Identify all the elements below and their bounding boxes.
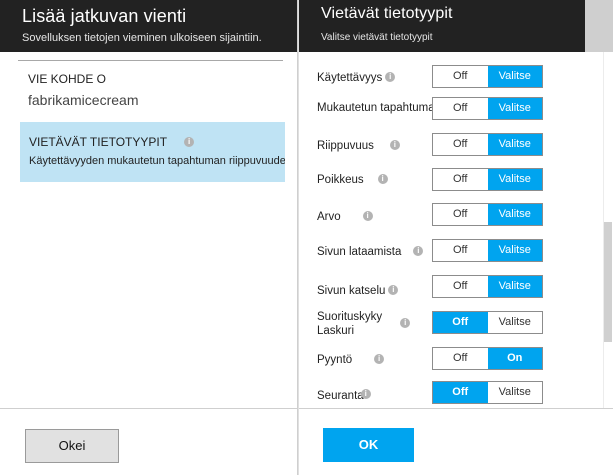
data-type-row: Arvo i Off Valitse xyxy=(299,200,599,230)
data-type-row: Sivun lataamista i Off Valitse xyxy=(299,236,599,266)
toggle-on-option[interactable]: Valitse xyxy=(487,66,542,87)
data-type-label-row: Riippuvuus i xyxy=(317,140,400,153)
toggle-on-option[interactable]: Valitse xyxy=(487,134,542,155)
toggle-off-option[interactable]: Off xyxy=(433,169,488,190)
divider xyxy=(18,60,283,61)
info-icon: i xyxy=(400,318,411,328)
data-type-label: Sivun katselu xyxy=(317,285,386,297)
export-destination-label: VIE KOHDE O xyxy=(28,72,107,86)
toggle-on-option[interactable]: Valitse xyxy=(487,98,542,119)
data-type-label-line2: Laskuri xyxy=(317,325,355,337)
data-type-row: Riippuvuus i Off Valitse xyxy=(299,130,599,160)
info-icon: i xyxy=(360,389,371,399)
blade-title: Lisää jatkuvan vienti xyxy=(22,6,187,26)
data-type-label: Arvo xyxy=(317,211,341,223)
toggle-off-option[interactable]: Off xyxy=(433,66,488,87)
data-types-item[interactable]: VIETÄVÄT TIETOTYYPIT i Käytettävyyden mu… xyxy=(20,122,285,182)
data-type-label: Suorituskyky xyxy=(317,311,383,323)
scrollbar[interactable] xyxy=(603,52,613,408)
toggle-on-option[interactable]: Valitse xyxy=(487,276,542,297)
info-icon: i xyxy=(362,211,373,221)
export-destination-value: fabrikamicecream xyxy=(28,92,139,108)
data-type-row: Seurantai Off Valitse xyxy=(299,378,599,408)
data-types-label: VIETÄVÄT TIETOTYYPIT xyxy=(29,135,167,149)
data-type-label-row: Sivun katselu i xyxy=(317,285,399,298)
data-type-label: Käytettävyys xyxy=(317,72,383,84)
toggle-on-option[interactable]: Valitse xyxy=(488,382,543,403)
blade-subtitle: Valitse vietävät tietotyypit xyxy=(321,32,433,43)
data-types-value: Käytettävyyden mukautetun tapahtuman rii… xyxy=(29,155,285,167)
data-type-label: Riippuvuus xyxy=(317,140,374,152)
data-type-row: Sivun katselu i Off Valitse xyxy=(299,272,599,302)
blade-header: Lisää jatkuvan vienti Sovelluksen tietoj… xyxy=(0,0,297,52)
ok-button[interactable]: OK xyxy=(323,428,414,462)
data-types-label-row: VIETÄVÄT TIETOTYYPIT i xyxy=(29,135,195,149)
blade-footer: Okei xyxy=(0,408,297,475)
data-type-row: Pyyntö i Off On xyxy=(299,344,599,374)
data-type-toggle[interactable]: Off Valitse xyxy=(432,168,543,191)
okei-button[interactable]: Okei xyxy=(25,429,119,463)
data-type-label-row: Arvo i xyxy=(317,211,373,224)
info-icon: i xyxy=(385,72,396,82)
toggle-on-option[interactable]: Valitse xyxy=(487,204,542,225)
data-type-toggle[interactable]: Off Valitse xyxy=(432,239,543,262)
data-type-toggle[interactable]: Off Valitse xyxy=(432,133,543,156)
blade-header: Vietävät tietotyypit Valitse vietävät ti… xyxy=(299,0,585,52)
data-type-label-row: Sivun lataamista i xyxy=(317,246,424,259)
data-type-label-row: Pyyntö i xyxy=(317,354,385,367)
export-settings-blade: Lisää jatkuvan vienti Sovelluksen tietoj… xyxy=(0,0,298,475)
data-type-toggle[interactable]: Off Valitse xyxy=(432,203,543,226)
header-strip xyxy=(585,0,613,52)
info-icon: i xyxy=(413,246,424,256)
toggle-off-option[interactable]: Off xyxy=(433,98,488,119)
toggle-off-option[interactable]: Off xyxy=(433,276,488,297)
data-type-label: Poikkeus xyxy=(317,174,364,186)
scrollbar-thumb[interactable] xyxy=(604,222,612,342)
data-type-toggle[interactable]: Off On xyxy=(432,347,543,370)
data-type-row: Poikkeus i Off Valitse xyxy=(299,165,599,195)
data-type-toggle[interactable]: Off Valitse xyxy=(432,65,543,88)
toggle-off-option[interactable]: Off xyxy=(433,382,488,403)
toggle-on-option[interactable]: Valitse xyxy=(487,240,542,261)
info-icon: i xyxy=(377,174,388,184)
toggle-on-option[interactable]: Valitse xyxy=(488,312,543,333)
data-type-row: Suorituskyky i Laskuri Off Valitse xyxy=(299,308,599,344)
blade-subtitle: Sovelluksen tietojen vieminen ulkoiseen … xyxy=(22,32,262,44)
toggle-off-option[interactable]: Off xyxy=(433,240,488,261)
data-type-label-row: Käytettävyys i xyxy=(317,72,396,85)
data-type-toggle[interactable]: Off Valitse xyxy=(432,311,543,334)
blade-footer: OK xyxy=(299,408,613,475)
info-icon: i xyxy=(389,140,400,150)
toggle-off-option[interactable]: Off xyxy=(433,348,488,369)
data-type-label: Mukautetun tapahtuman xyxy=(317,102,442,114)
data-type-toggle[interactable]: Off Valitse xyxy=(432,381,543,404)
toggle-off-option[interactable]: Off xyxy=(433,134,488,155)
toggle-on-option[interactable]: On xyxy=(487,348,542,369)
blade-title: Vietävät tietotyypit xyxy=(321,5,453,22)
toggle-off-option[interactable]: Off xyxy=(433,204,488,225)
data-type-label: Pyyntö xyxy=(317,354,353,366)
data-type-label: Seuranta xyxy=(317,390,364,402)
data-type-label: Sivun lataamista xyxy=(317,246,402,258)
data-types-blade: Vietävät tietotyypit Valitse vietävät ti… xyxy=(298,0,613,475)
toggle-off-option[interactable]: Off xyxy=(433,312,488,333)
info-icon: i xyxy=(374,354,385,364)
data-type-label-row: Seurantai xyxy=(317,389,371,403)
data-type-row: Käytettävyys i Off Valitse xyxy=(299,62,599,92)
data-type-toggle[interactable]: Off Valitse xyxy=(432,275,543,298)
data-type-label-row: Mukautetun tapahtuman xyxy=(317,102,441,115)
data-type-row: Mukautetun tapahtuman Off Valitse xyxy=(299,94,599,124)
data-type-toggle[interactable]: Off Valitse xyxy=(432,97,543,120)
info-icon: i xyxy=(388,285,399,295)
data-type-label-row: Poikkeus i xyxy=(317,174,388,187)
info-icon: i xyxy=(184,137,195,147)
toggle-on-option[interactable]: Valitse xyxy=(487,169,542,190)
